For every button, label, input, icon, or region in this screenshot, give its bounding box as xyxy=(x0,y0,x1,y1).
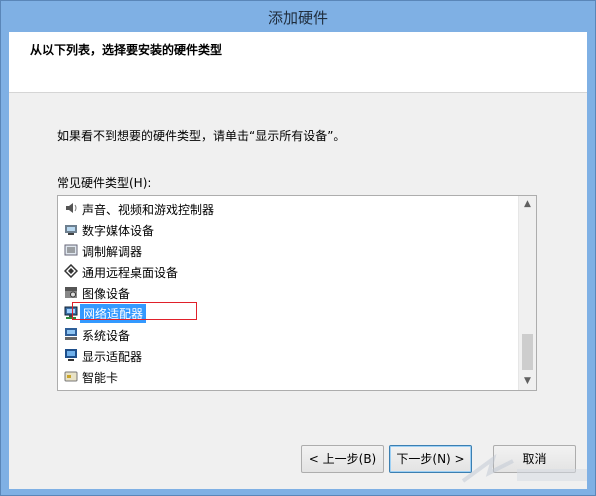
list-item-label: 显示适配器 xyxy=(82,350,143,364)
wizard-header: 从以下列表，选择要安装的硬件类型 xyxy=(9,32,587,93)
list-item-label: 调制解调器 xyxy=(82,245,143,259)
list-item-media[interactable]: 数字媒体设备 xyxy=(62,219,522,239)
window-title: 添加硬件 xyxy=(267,9,328,27)
instruction-text: 如果看不到想要的硬件类型，请单击“显示所有设备”。 xyxy=(57,129,346,143)
scroll-thumb[interactable] xyxy=(522,334,533,370)
list-item-label: 通用远程桌面设备 xyxy=(82,266,179,280)
list-item-label: 系统设备 xyxy=(82,329,131,343)
list-label: 常见硬件类型(H): xyxy=(57,176,152,190)
hardware-type-list[interactable]: 声音、视频和游戏控制器 数字媒体设备 调制解调器 通用远程桌面设备 图像设备 网… xyxy=(57,195,537,391)
smart-card-icon xyxy=(64,369,78,383)
scroll-up-arrow-icon[interactable]: ▲ xyxy=(519,196,536,213)
modem-icon xyxy=(64,243,78,257)
media-device-icon xyxy=(64,222,78,236)
back-button[interactable]: < 上一步(B) xyxy=(301,445,384,473)
header-title: 从以下列表，选择要安装的硬件类型 xyxy=(30,43,223,57)
list-item-system-device[interactable]: 系统设备 xyxy=(62,324,522,344)
list-item-smart-card[interactable]: 智能卡 xyxy=(62,366,522,386)
list-item-label: 图像设备 xyxy=(82,287,131,301)
list-item-remote-desktop[interactable]: 通用远程桌面设备 xyxy=(62,261,522,281)
title-bar[interactable]: 添加硬件 xyxy=(1,1,595,31)
speaker-icon xyxy=(64,201,78,215)
system-device-icon xyxy=(64,327,78,341)
remote-desktop-icon xyxy=(63,263,79,279)
list-item-sound[interactable]: 声音、视频和游戏控制器 xyxy=(62,198,522,218)
list-item-modem[interactable]: 调制解调器 xyxy=(62,240,522,260)
list-item-imaging[interactable]: 图像设备 xyxy=(62,282,522,302)
watermark-logo xyxy=(461,453,587,483)
scroll-down-arrow-icon[interactable]: ▼ xyxy=(519,373,536,390)
list-item-display-adapter[interactable]: 显示适配器 xyxy=(62,345,522,365)
dialog-body: 从以下列表，选择要安装的硬件类型 如果看不到想要的硬件类型，请单击“显示所有设备… xyxy=(9,32,587,489)
list-item-label: 智能卡 xyxy=(82,371,119,385)
add-hardware-dialog: 添加硬件 从以下列表，选择要安装的硬件类型 如果看不到想要的硬件类型，请单击“显… xyxy=(0,0,596,496)
display-adapter-icon xyxy=(64,348,78,362)
camera-icon xyxy=(64,285,78,299)
vertical-scrollbar[interactable]: ▲ ▼ xyxy=(518,196,536,390)
list-item-label: 声音、视频和游戏控制器 xyxy=(82,203,215,217)
list-item-label: 数字媒体设备 xyxy=(82,224,155,238)
selection-highlight-box xyxy=(72,302,197,320)
